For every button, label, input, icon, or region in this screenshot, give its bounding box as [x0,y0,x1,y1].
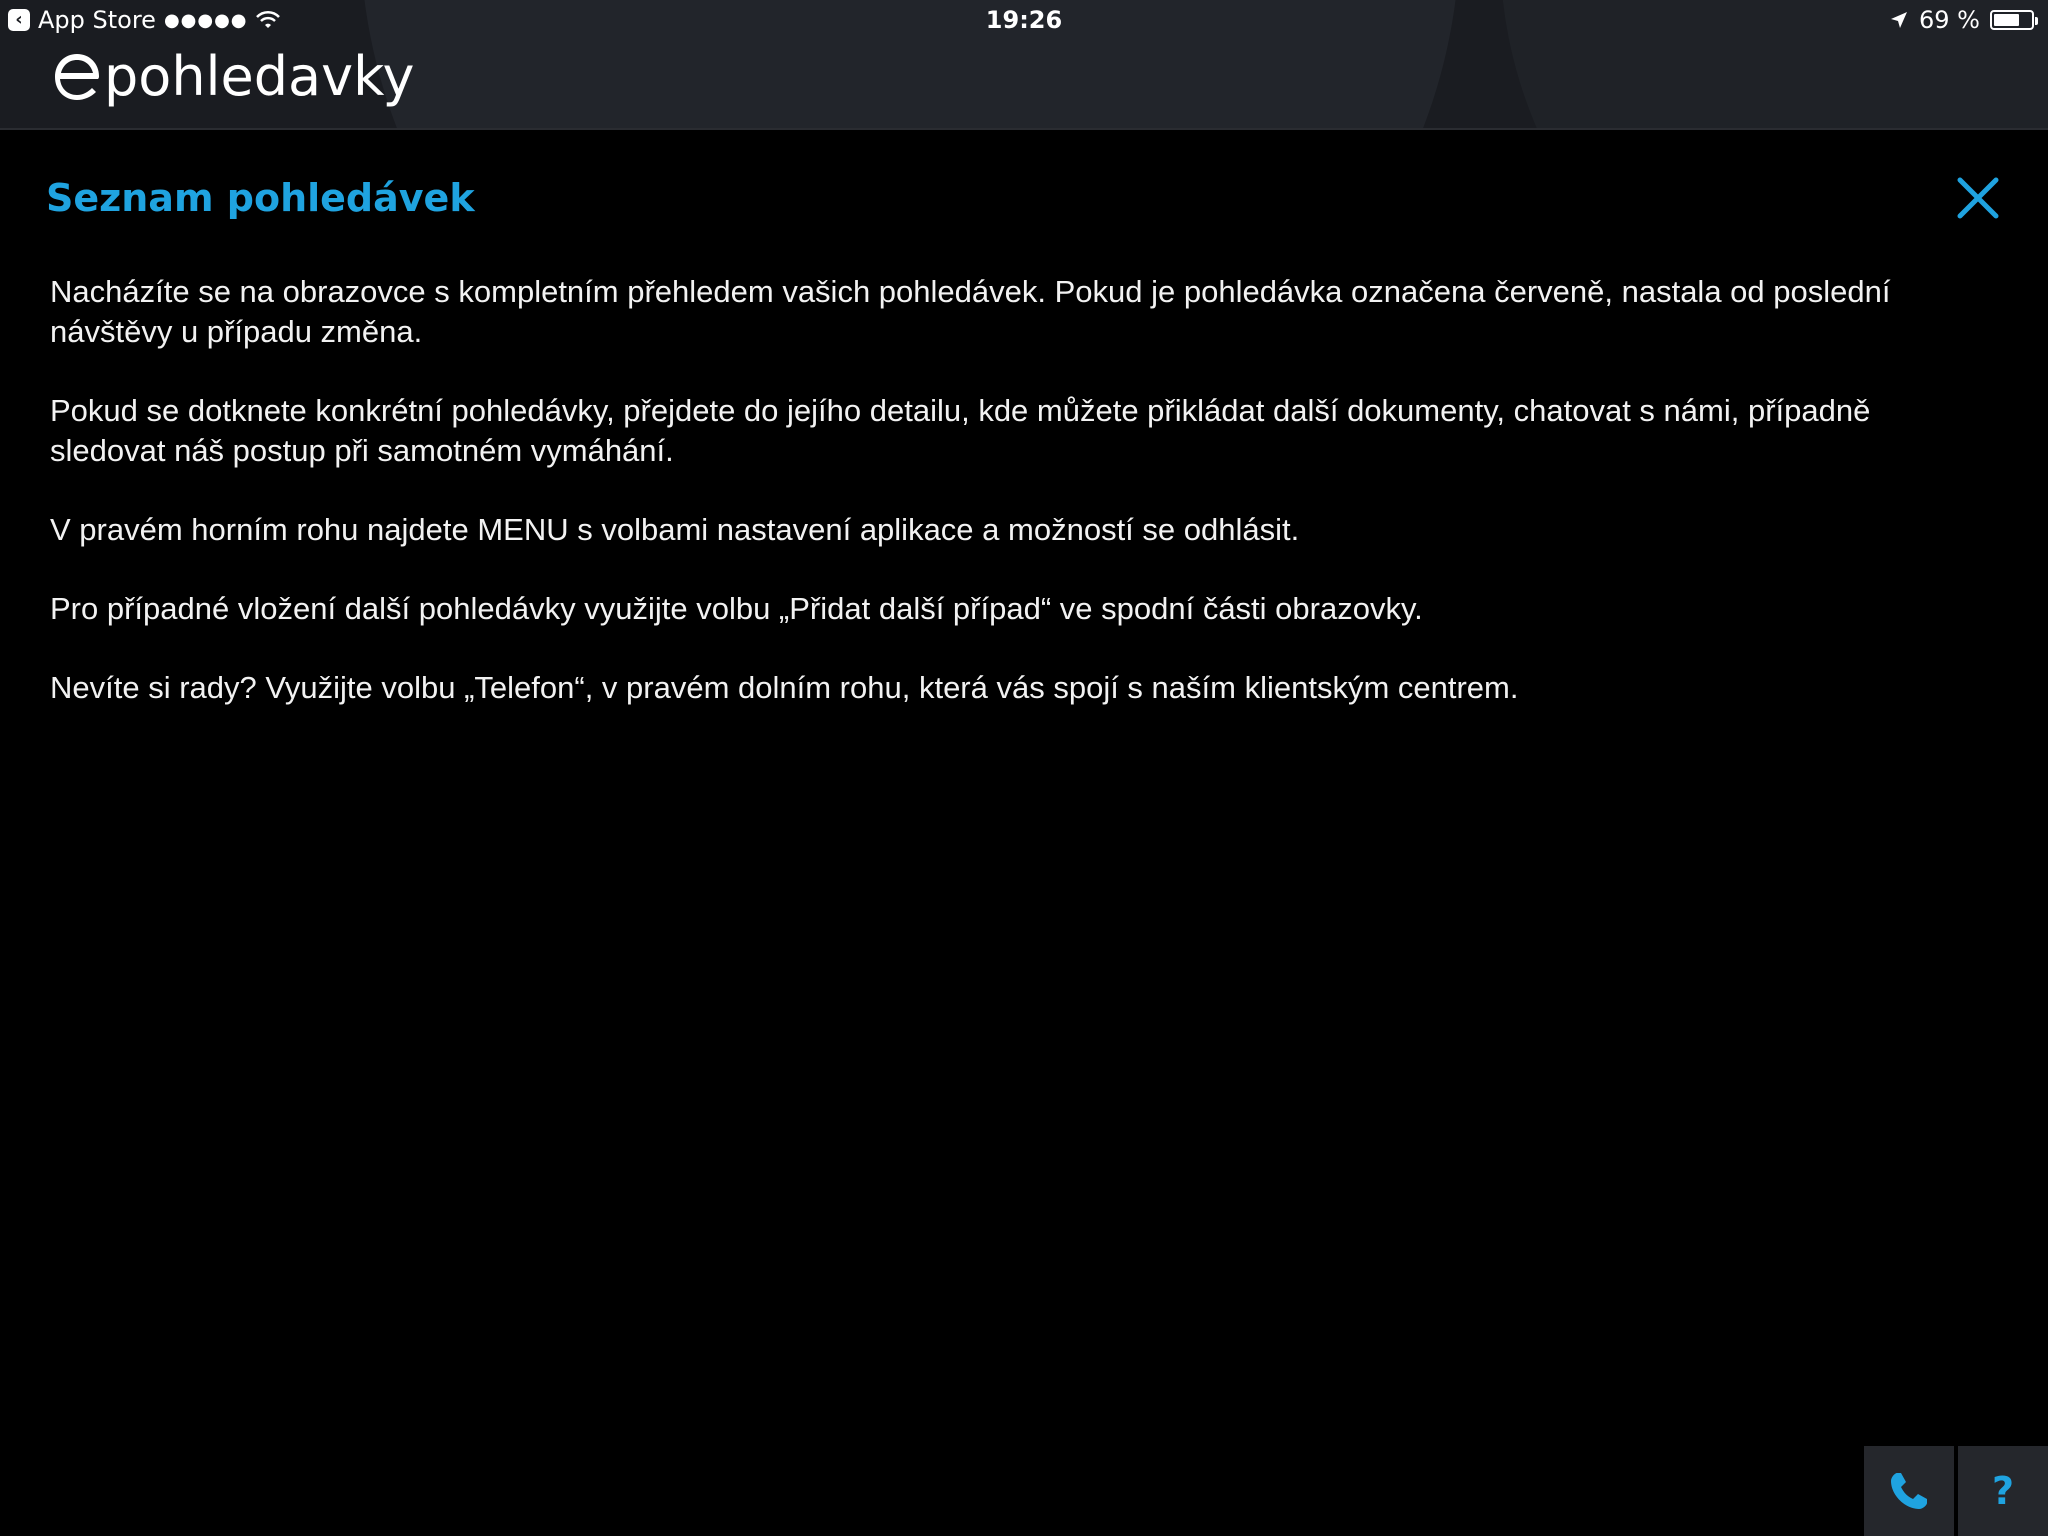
help-paragraph: Pro případné vložení další pohledávky vy… [50,591,1423,626]
help-paragraph: Nevíte si rady? Využijte volbu „Telefon“… [50,670,1519,705]
close-button[interactable] [1956,176,2000,220]
help-button[interactable]: ? [1958,1446,2048,1536]
location-arrow-icon [1891,12,1908,28]
clock: 19:26 [985,6,1063,34]
help-content: Nacházíte se na obrazovce s kompletním p… [50,272,1980,747]
battery-cap [2035,17,2038,25]
logo-e-icon [55,54,99,100]
battery-percent: 69 % [1919,6,1980,34]
page-title: Seznam pohledávek [46,176,475,220]
app-header: ‹ App Store ●●●●● 19:26 69 % pohledavky [0,0,2048,130]
phone-icon [1891,1473,1927,1509]
app-logo: pohledavky [52,45,415,108]
battery-level [1994,14,2019,26]
status-bar: ‹ App Store ●●●●● 19:26 69 % [0,0,2048,40]
help-paragraph: V pravém horním rohu najdete MENU s volb… [50,512,1300,547]
logo-text: pohledavky [104,45,415,108]
help-paragraph: Pokud se dotknete konkrétní pohledávky, … [50,393,1871,468]
help-paragraph: Nacházíte se na obrazovce s kompletním p… [50,274,1891,349]
help-icon: ? [1991,1469,2015,1513]
status-right: 69 % [1889,6,2038,34]
battery-icon [1990,10,2038,30]
phone-button[interactable] [1864,1446,1954,1536]
close-icon [1957,177,1999,219]
